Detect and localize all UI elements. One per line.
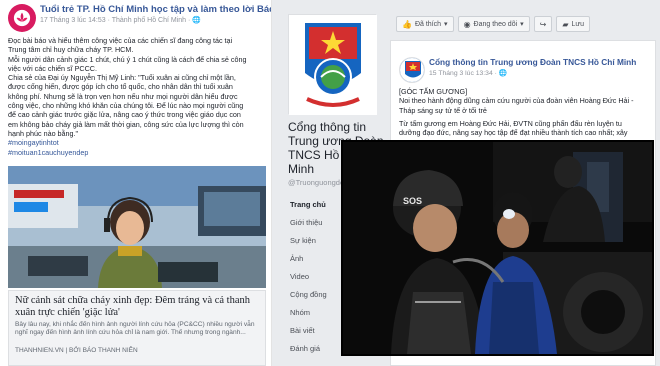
post-line: để cao cảnh giác trước giặc lửa, nâng ca… [8, 110, 241, 120]
globe-icon: 🌐 [498, 70, 508, 77]
youth-union-logo-icon [400, 58, 424, 82]
post-timestamp-right[interactable]: 15 Tháng 3 lúc 13:34 · [429, 70, 499, 77]
post-meta-left: 17 Tháng 3 lúc 14:53 · Thành phố Hồ Chí … [40, 16, 201, 24]
lotus-logo-icon [13, 9, 31, 27]
liked-button[interactable]: 👍 Đã thích ▾ [396, 16, 454, 32]
post-line: không phí. Nhưng sẽ là trọn vẹn hơn nếu … [8, 91, 238, 101]
post-line: việc với các chiến sĩ PCCC. [8, 63, 97, 73]
share-button[interactable]: ↪ [533, 16, 553, 32]
link-source: THANHNIEN.VN | BỞI BÁO THANH NIÊN [15, 347, 138, 354]
helmet-label: SOS [403, 196, 423, 206]
post-meta-right: 15 Tháng 3 lúc 13:34 · 🌐 [429, 69, 507, 77]
following-button-label: Đang theo dõi [473, 20, 518, 28]
post-line: Chia sẻ của Đại úy Nguyễn Thị Mỹ Linh: "… [8, 73, 236, 83]
following-button[interactable]: ◉ Đang theo dõi ▾ [457, 16, 530, 32]
rescue-night-photo [343, 142, 652, 354]
rss-icon: ◉ [463, 19, 471, 29]
page-name-right[interactable]: Cổng thông tin Trung ương Đoàn TNCS Hồ C… [429, 57, 636, 67]
post-line: Từ tấm gương em Hoàng Đức Hải, ĐVTN cũng… [399, 118, 622, 128]
hashtag-link[interactable]: #moingaytinhtot [8, 138, 266, 147]
page-avatar-right[interactable] [399, 57, 425, 83]
post-line: công việc, cho những khó khăn của chúng … [8, 101, 244, 111]
globe-icon: 🌐 [192, 17, 201, 24]
link-preview-caption[interactable]: Nữ cảnh sát chữa cháy xinh đẹp: Đêm trá… [8, 290, 266, 366]
post-line: Noi theo hành động dũng cảm cứu người củ… [399, 96, 634, 106]
post-line: được cống hiến, được góp ích cho tổ quốc… [8, 82, 233, 92]
youth-union-logo-icon [289, 15, 377, 115]
page-avatar-left[interactable] [8, 4, 36, 32]
post-line: Đọc bài báo và hiểu thêm công việc của c… [8, 36, 233, 45]
following-wrapper: ◉ Đang theo dõi ▾ [457, 16, 530, 32]
post-line: Trung tâm chỉ huy chữa cháy TP. HCM. [8, 45, 134, 55]
post-timestamp-left[interactable]: 17 Tháng 3 lúc 14:53 · Thành phố Hồ Chí … [40, 17, 192, 24]
firefighter-operator-photo [8, 166, 266, 288]
hashtag-link[interactable]: #moituan1cauchuyendep [8, 148, 266, 157]
save-button-label: Lưu [571, 20, 584, 28]
link-title[interactable]: Nữ cảnh sát chữa cháy xinh đẹp: Đêm trá… [15, 295, 263, 319]
save-button[interactable]: ▰ Lưu [556, 16, 590, 32]
share-icon: ↪ [539, 19, 547, 29]
post-line: hạnh phúc nào bằng." [8, 128, 79, 138]
post-line: [GÓC TẤM GƯƠNG] [399, 87, 468, 96]
liked-button-label: Đã thích [414, 20, 442, 28]
bookmark-icon: ▰ [562, 19, 569, 29]
page-name-left[interactable]: Tuổi trẻ TP. Hồ Chí Minh học tập và làm … [40, 4, 271, 15]
page-profile-logo[interactable] [288, 14, 377, 115]
link-preview-image[interactable] [8, 166, 266, 288]
chevron-down-icon: ▾ [444, 21, 448, 28]
post-line: em không bảo cháy giả làm mất thời gian,… [8, 119, 244, 129]
post-line: Tháp sáng sự tử tế ở tối trẻ [399, 105, 487, 115]
post-line: Mỗi người dân cảnh giác 1 chút, chú ý 1 … [8, 54, 247, 64]
post-text-left: Đọc bài báo và hiểu thêm công việc của c… [8, 36, 266, 157]
thumbs-up-icon: 👍 [402, 19, 412, 29]
rescue-photo-overlay[interactable]: SOS [341, 140, 654, 356]
page-action-bar: 👍 Đã thích ▾ ◉ Đang theo dõi ▾ ↪ ▰ Lưu [396, 16, 590, 32]
shared-post-left: Tuổi trẻ TP. Hồ Chí Minh học tập và làm … [0, 0, 272, 366]
post-text-right: [GÓC TẤM GƯƠNG] Noi theo hành động dũng … [399, 87, 649, 137]
link-description: Bây lâu nay, khi nhắc đến hình ảnh người… [15, 321, 255, 336]
chevron-down-icon: ▾ [520, 21, 524, 28]
post-line: dưỡng đạo đức, nâng say học tập để đạt n… [399, 128, 628, 138]
